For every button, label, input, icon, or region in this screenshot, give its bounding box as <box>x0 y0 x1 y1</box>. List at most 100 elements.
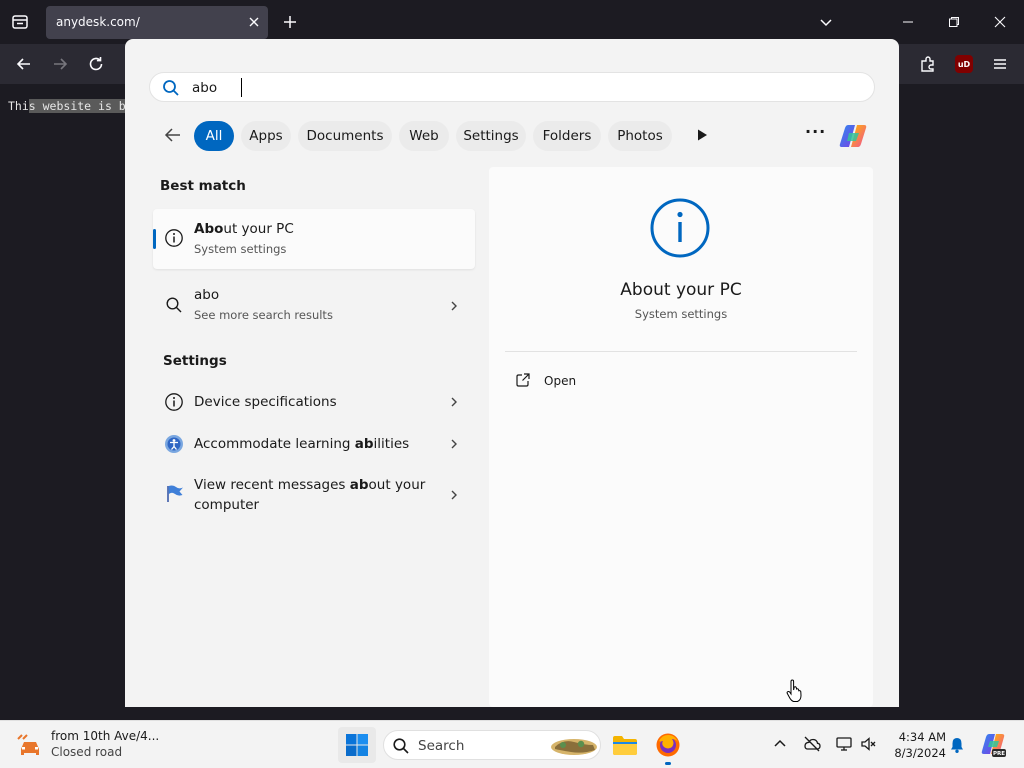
menu-icon[interactable] <box>990 54 1010 74</box>
search-icon <box>393 738 409 754</box>
minimize-icon[interactable] <box>898 12 918 32</box>
chevron-right-icon <box>451 490 457 500</box>
preview-divider <box>505 351 857 352</box>
weather-widget[interactable]: from 10th Ave/4... Closed road <box>16 729 216 763</box>
best-match-title-rest: ut your PC <box>223 221 294 237</box>
best-match-result[interactable]: About your PC System settings <box>153 209 475 269</box>
flag-icon <box>167 485 183 502</box>
settings-result-title-line2: computer <box>194 497 260 513</box>
filter-photos[interactable]: Photos <box>608 121 672 151</box>
info-icon <box>165 393 183 411</box>
start-button[interactable] <box>338 727 376 763</box>
info-icon <box>650 198 710 258</box>
taskbar-search-label: Search <box>418 738 465 754</box>
filter-all[interactable]: All <box>194 121 234 151</box>
onedrive-offline-icon[interactable] <box>803 735 821 753</box>
play-icon[interactable] <box>695 128 709 142</box>
settings-result-text: out your <box>368 477 426 493</box>
text-caret <box>241 78 242 97</box>
best-match-heading: Best match <box>160 178 246 194</box>
search-query: abo <box>192 80 218 96</box>
taskbar-search[interactable]: Search <box>383 730 601 760</box>
filter-folders[interactable]: Folders <box>533 121 601 151</box>
new-tab-icon[interactable] <box>280 12 300 32</box>
browser-tab-bar: anydesk.com/ <box>0 0 1024 44</box>
settings-result-title: View recent messages about your <box>194 477 425 493</box>
settings-result[interactable]: View recent messages about your computer <box>153 469 475 521</box>
taskbar: from 10th Ave/4... Closed road Search 4:… <box>0 720 1024 768</box>
settings-result-match: ab <box>349 477 369 493</box>
best-match-title: About your PC <box>194 221 294 237</box>
tab-title: anydesk.com/ <box>56 15 140 29</box>
svg-text:PRE: PRE <box>993 751 1005 757</box>
settings-result-text: ilities <box>373 436 410 452</box>
open-external-icon <box>516 373 530 387</box>
settings-result-title: Device specifications <box>194 394 337 410</box>
search-icon <box>166 297 182 313</box>
volume-muted-icon[interactable] <box>860 735 878 753</box>
back-icon[interactable] <box>14 54 34 74</box>
preview-title: About your PC <box>620 280 742 300</box>
back-arrow-icon[interactable] <box>163 125 183 145</box>
tab-close-icon[interactable] <box>246 14 262 30</box>
settings-result-text: Accommodate learning <box>194 436 355 452</box>
windows-logo-icon <box>346 734 368 756</box>
chevron-down-icon[interactable] <box>816 12 836 32</box>
filter-apps[interactable]: Apps <box>241 121 291 151</box>
web-result-subtitle: See more search results <box>194 308 333 322</box>
hand-cursor-icon <box>786 679 802 702</box>
tab-list-icon[interactable] <box>8 10 32 34</box>
search-icon <box>163 80 179 96</box>
running-app-indicator <box>665 762 671 765</box>
settings-result[interactable]: Device specifications <box>153 382 475 422</box>
file-explorer-icon[interactable] <box>609 729 641 761</box>
chevron-up-icon[interactable] <box>771 735 789 753</box>
forward-icon[interactable] <box>50 54 70 74</box>
clock-time: 4:34 AM <box>898 730 946 744</box>
notification-bell-icon[interactable] <box>948 736 966 754</box>
firefox-icon[interactable] <box>652 729 684 761</box>
filter-documents[interactable]: Documents <box>298 121 392 151</box>
browser-tab[interactable]: anydesk.com/ <box>46 6 268 39</box>
preview-pane: About your PC System settings Open <box>489 167 873 707</box>
weather-title: from 10th Ave/4... <box>51 729 160 743</box>
page-text: This website is b <box>8 99 126 113</box>
chevron-right-icon <box>451 397 457 407</box>
traffic-alert-icon <box>17 734 39 755</box>
chevron-right-icon <box>451 301 457 311</box>
web-result-title: abo <box>194 287 220 303</box>
close-window-icon[interactable] <box>990 12 1010 32</box>
best-match-subtitle: System settings <box>194 242 287 256</box>
best-match-title-bold: Abo <box>194 221 224 237</box>
info-icon <box>165 229 183 247</box>
search-highlight-icon <box>551 739 597 755</box>
copilot-icon[interactable] <box>838 122 868 150</box>
clock-date: 8/3/2024 <box>894 746 946 760</box>
settings-result-title: Accommodate learning abilities <box>194 436 409 452</box>
system-clock[interactable]: 4:34 AM 8/3/2024 <box>884 729 946 761</box>
preview-subtitle: System settings <box>634 307 728 321</box>
more-options-icon[interactable]: ··· <box>805 124 825 145</box>
web-search-result[interactable]: abo See more search results <box>153 282 475 328</box>
weather-subtitle: Closed road <box>51 745 123 759</box>
selection-indicator <box>153 229 156 249</box>
settings-result-match: ab <box>354 436 374 452</box>
extensions-icon[interactable] <box>918 54 938 74</box>
settings-heading: Settings <box>163 353 227 369</box>
filter-web[interactable]: Web <box>399 121 449 151</box>
chevron-right-icon <box>451 439 457 449</box>
accessibility-icon <box>165 435 183 453</box>
filter-bar: All Apps Documents Web Settings Folders … <box>125 119 899 153</box>
restore-icon[interactable] <box>944 12 964 32</box>
search-input[interactable]: abo <box>149 72 875 102</box>
settings-result-text: View recent messages <box>194 477 350 493</box>
network-icon[interactable] <box>835 735 853 753</box>
ublock-icon[interactable]: uD <box>955 55 973 73</box>
start-search-panel: abo All Apps Documents Web Settings Fold… <box>125 39 899 707</box>
copilot-taskbar-icon[interactable]: PRE <box>980 732 1006 758</box>
settings-result[interactable]: Accommodate learning abilities <box>153 424 475 464</box>
page-text-plain: Thi <box>8 99 29 113</box>
filter-settings[interactable]: Settings <box>456 121 526 151</box>
page-text-highlight: s website is b <box>28 99 126 113</box>
reload-icon[interactable] <box>86 54 106 74</box>
